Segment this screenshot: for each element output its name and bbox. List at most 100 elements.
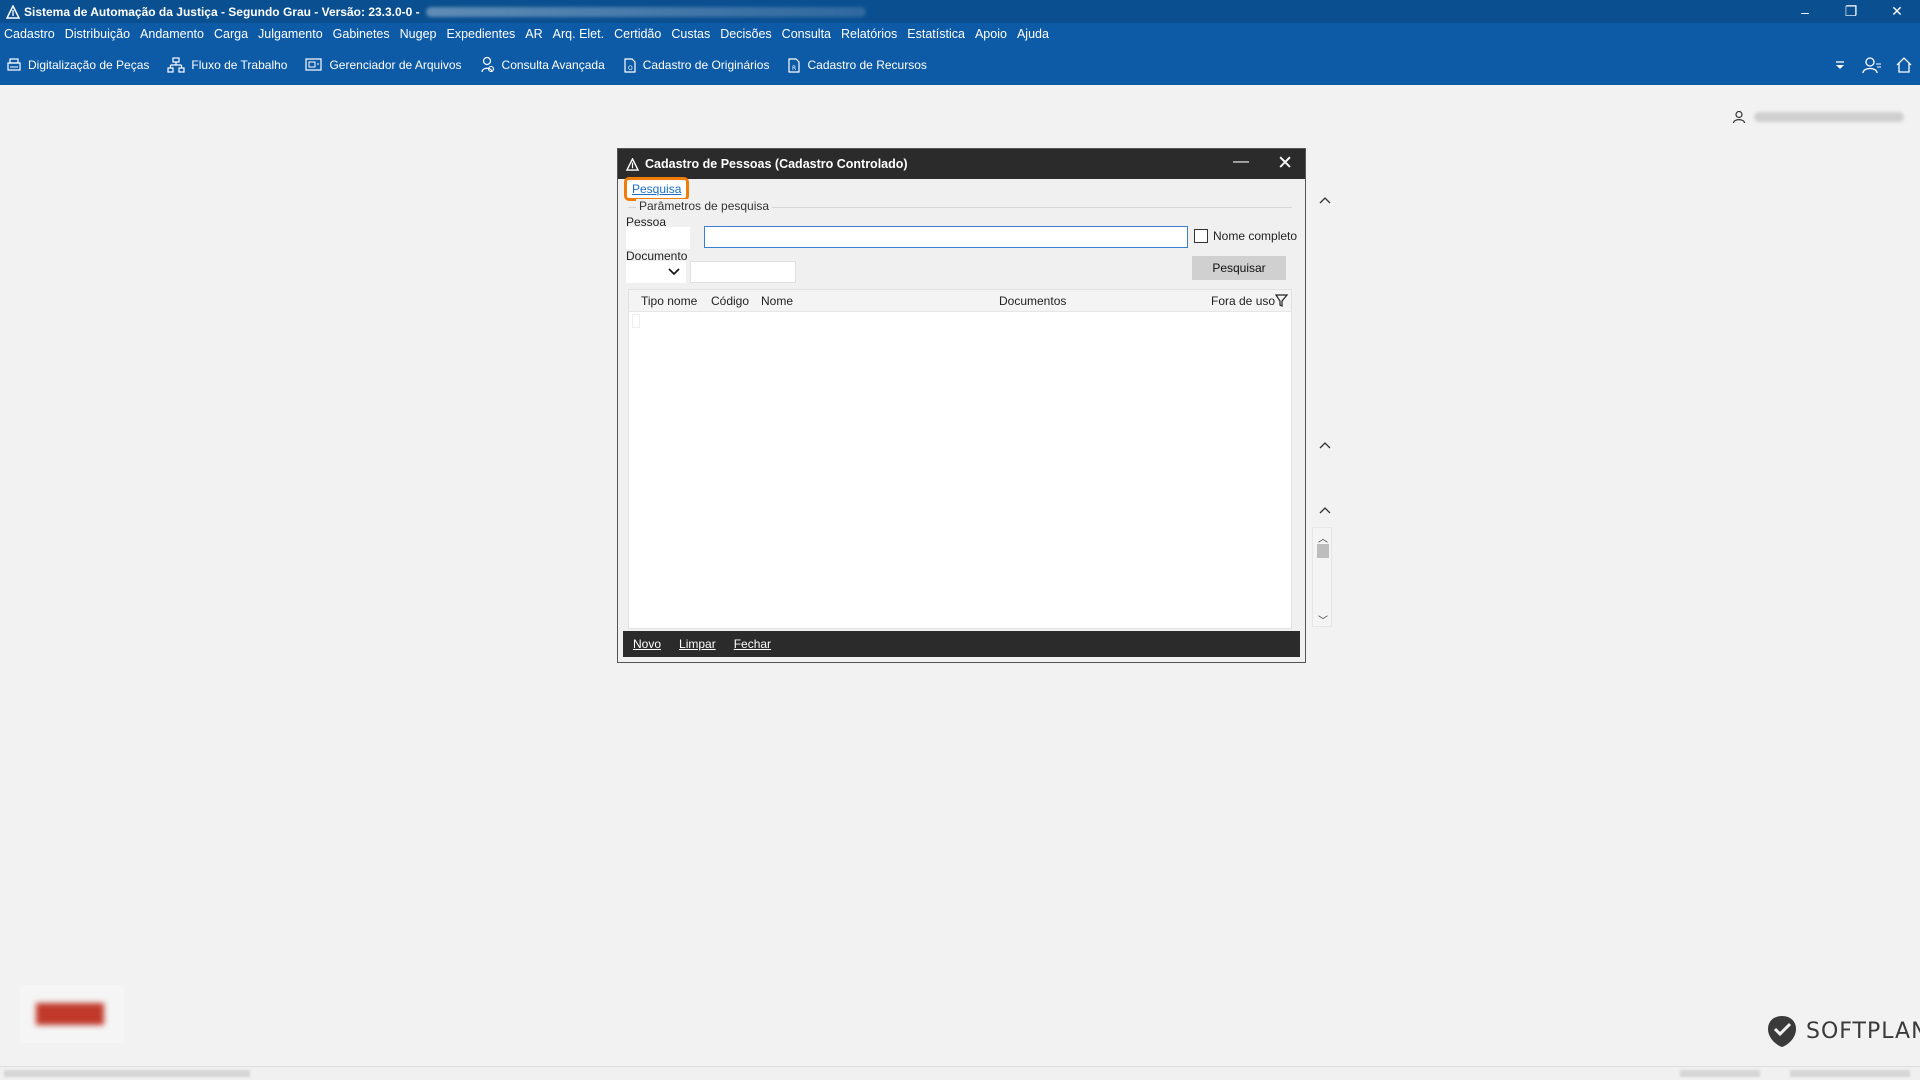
chevron-down-icon bbox=[668, 268, 680, 276]
toolbar-right bbox=[1824, 45, 1920, 85]
row-indicator bbox=[632, 314, 640, 328]
menu-expedientes[interactable]: Expedientes bbox=[446, 27, 515, 41]
toolbar-gerenciador-button[interactable]: Gerenciador de Arquivos bbox=[305, 57, 462, 73]
dialog-minimize-button[interactable]: — bbox=[1233, 153, 1249, 171]
dialog-title-bar[interactable]: Cadastro de Pessoas (Cadastro Controlado… bbox=[618, 149, 1305, 179]
menu-arq-elet[interactable]: Arq. Elet. bbox=[553, 27, 604, 41]
column-nome[interactable]: Nome bbox=[761, 294, 793, 308]
toolbar-label: Fluxo de Trabalho bbox=[191, 58, 288, 72]
redacted-status bbox=[4, 1070, 250, 1077]
nome-completo-checkbox[interactable] bbox=[1194, 229, 1208, 243]
restore-button[interactable]: ❐ bbox=[1828, 0, 1874, 23]
menu-apoio[interactable]: Apoio bbox=[975, 27, 1007, 41]
app-logo-icon bbox=[626, 157, 639, 171]
cadastro-pessoas-dialog: Cadastro de Pessoas (Cadastro Controlado… bbox=[617, 148, 1306, 663]
menu-andamento[interactable]: Andamento bbox=[140, 27, 204, 41]
court-logo bbox=[20, 985, 124, 1043]
collapse-middle-icon[interactable] bbox=[1312, 435, 1338, 455]
menu-estatistica[interactable]: Estatística bbox=[907, 27, 965, 41]
window-controls: – ❐ ✕ bbox=[1782, 0, 1920, 23]
toolbar: Digitalização de Peças Fluxo de Trabalho… bbox=[0, 45, 1920, 85]
user-info bbox=[1732, 110, 1904, 124]
redacted-status bbox=[1790, 1070, 1910, 1077]
column-tipo-nome[interactable]: Tipo nome bbox=[641, 294, 697, 308]
fechar-button[interactable]: Fechar bbox=[734, 637, 771, 651]
menu-custas[interactable]: Custas bbox=[671, 27, 710, 41]
menu-certidao[interactable]: Certidão bbox=[614, 27, 661, 41]
menu-distribuicao[interactable]: Distribuição bbox=[65, 27, 130, 41]
softplan-logo: SOFTPLAN bbox=[1764, 1013, 1920, 1049]
toolbar-recursos-button[interactable]: R Cadastro de Recursos bbox=[787, 56, 927, 74]
nome-completo-label: Nome completo bbox=[1213, 229, 1298, 243]
menu-cadastro[interactable]: Cadastro bbox=[4, 27, 55, 41]
close-button[interactable]: ✕ bbox=[1874, 0, 1920, 23]
menu-nugep[interactable]: Nugep bbox=[400, 27, 437, 41]
toolbar-label: Gerenciador de Arquivos bbox=[329, 58, 462, 72]
documento-type-select[interactable] bbox=[626, 261, 686, 283]
toolbar-label: Cadastro de Originários bbox=[642, 58, 770, 72]
grid-header: Tipo nome Código Nome Documentos Fora de… bbox=[629, 290, 1291, 312]
user-search-icon bbox=[480, 56, 494, 73]
redacted-title-info bbox=[425, 6, 866, 17]
dialog-title: Cadastro de Pessoas (Cadastro Controlado… bbox=[645, 157, 908, 171]
svg-text:O: O bbox=[628, 65, 633, 72]
scroll-down-icon[interactable]: ﹀ bbox=[1318, 612, 1328, 627]
home-icon[interactable] bbox=[1888, 56, 1920, 74]
softplan-shield-icon bbox=[1768, 1016, 1796, 1047]
title-bar: Sistema de Automação da Justiça - Segund… bbox=[0, 0, 1920, 23]
dropdown-icon[interactable] bbox=[1824, 59, 1856, 71]
collapse-bottom-icon[interactable] bbox=[1312, 500, 1338, 520]
nome-completo-option[interactable]: Nome completo bbox=[1194, 229, 1297, 243]
toolbar-consulta-avancada-button[interactable]: Consulta Avançada bbox=[480, 56, 605, 74]
dialog-footer: Novo Limpar Fechar bbox=[623, 631, 1300, 657]
limpar-button[interactable]: Limpar bbox=[679, 637, 716, 651]
menu-consulta[interactable]: Consulta bbox=[782, 27, 831, 41]
document-r-icon: R bbox=[788, 58, 801, 73]
redacted-user-name bbox=[1754, 112, 1904, 122]
document-o-icon: O bbox=[624, 58, 636, 73]
column-fora-de-uso[interactable]: Fora de uso bbox=[1211, 294, 1275, 308]
toolbar-label: Consulta Avançada bbox=[501, 58, 605, 72]
toolbar-originarios-button[interactable]: O Cadastro de Originários bbox=[623, 56, 770, 74]
menu-ajuda[interactable]: Ajuda bbox=[1017, 27, 1049, 41]
menu-gabinetes[interactable]: Gabinetes bbox=[333, 27, 390, 41]
workflow-icon bbox=[167, 57, 186, 73]
toolbar-fluxo-button[interactable]: Fluxo de Trabalho bbox=[167, 57, 287, 73]
user-icon bbox=[1732, 110, 1746, 124]
menu-carga[interactable]: Carga bbox=[214, 27, 248, 41]
svg-text:R: R bbox=[792, 65, 796, 72]
pesquisar-button[interactable]: Pesquisar bbox=[1192, 256, 1286, 280]
grid-body[interactable] bbox=[629, 312, 1291, 628]
scroll-up-icon[interactable]: ︿ bbox=[1318, 530, 1328, 545]
menu-relatorios[interactable]: Relatórios bbox=[841, 27, 897, 41]
pessoa-name-input[interactable] bbox=[704, 226, 1188, 248]
params-legend: Parâmetros de pesquisa bbox=[636, 199, 773, 213]
side-scrollbar[interactable]: ︿ ﹀ bbox=[1312, 527, 1332, 627]
minimize-button[interactable]: – bbox=[1782, 0, 1828, 23]
column-codigo[interactable]: Código bbox=[711, 294, 749, 308]
window-title: Sistema de Automação da Justiça - Segund… bbox=[24, 4, 420, 19]
tab-pesquisa[interactable]: Pesquisa bbox=[624, 177, 690, 201]
filter-icon[interactable] bbox=[1275, 294, 1288, 308]
menu-decisoes[interactable]: Decisões bbox=[720, 27, 771, 41]
collapse-top-icon[interactable] bbox=[1312, 190, 1338, 210]
pessoa-code-field[interactable] bbox=[626, 227, 690, 249]
documento-input[interactable] bbox=[690, 261, 796, 283]
toolbar-label: Digitalização de Peças bbox=[28, 58, 150, 72]
novo-button[interactable]: Novo bbox=[633, 637, 661, 651]
menu-julgamento[interactable]: Julgamento bbox=[258, 27, 323, 41]
scanner-icon bbox=[7, 58, 21, 71]
results-grid: Tipo nome Código Nome Documentos Fora de… bbox=[628, 289, 1292, 629]
app-logo-icon bbox=[6, 4, 20, 19]
dialog-close-button[interactable]: ✕ bbox=[1277, 152, 1293, 175]
users-icon[interactable] bbox=[1856, 56, 1888, 74]
status-bar bbox=[0, 1066, 1920, 1080]
scroll-thumb[interactable] bbox=[1317, 544, 1329, 558]
softplan-text: SOFTPLAN bbox=[1806, 1018, 1920, 1044]
column-documentos[interactable]: Documentos bbox=[999, 294, 1066, 308]
menu-ar[interactable]: AR bbox=[525, 27, 542, 41]
toolbar-digitalizacao-button[interactable]: Digitalização de Peças bbox=[6, 57, 149, 73]
file-manager-icon bbox=[305, 58, 323, 71]
redacted-status bbox=[1680, 1070, 1760, 1077]
menu-bar: Cadastro Distribuição Andamento Carga Ju… bbox=[0, 23, 1920, 45]
